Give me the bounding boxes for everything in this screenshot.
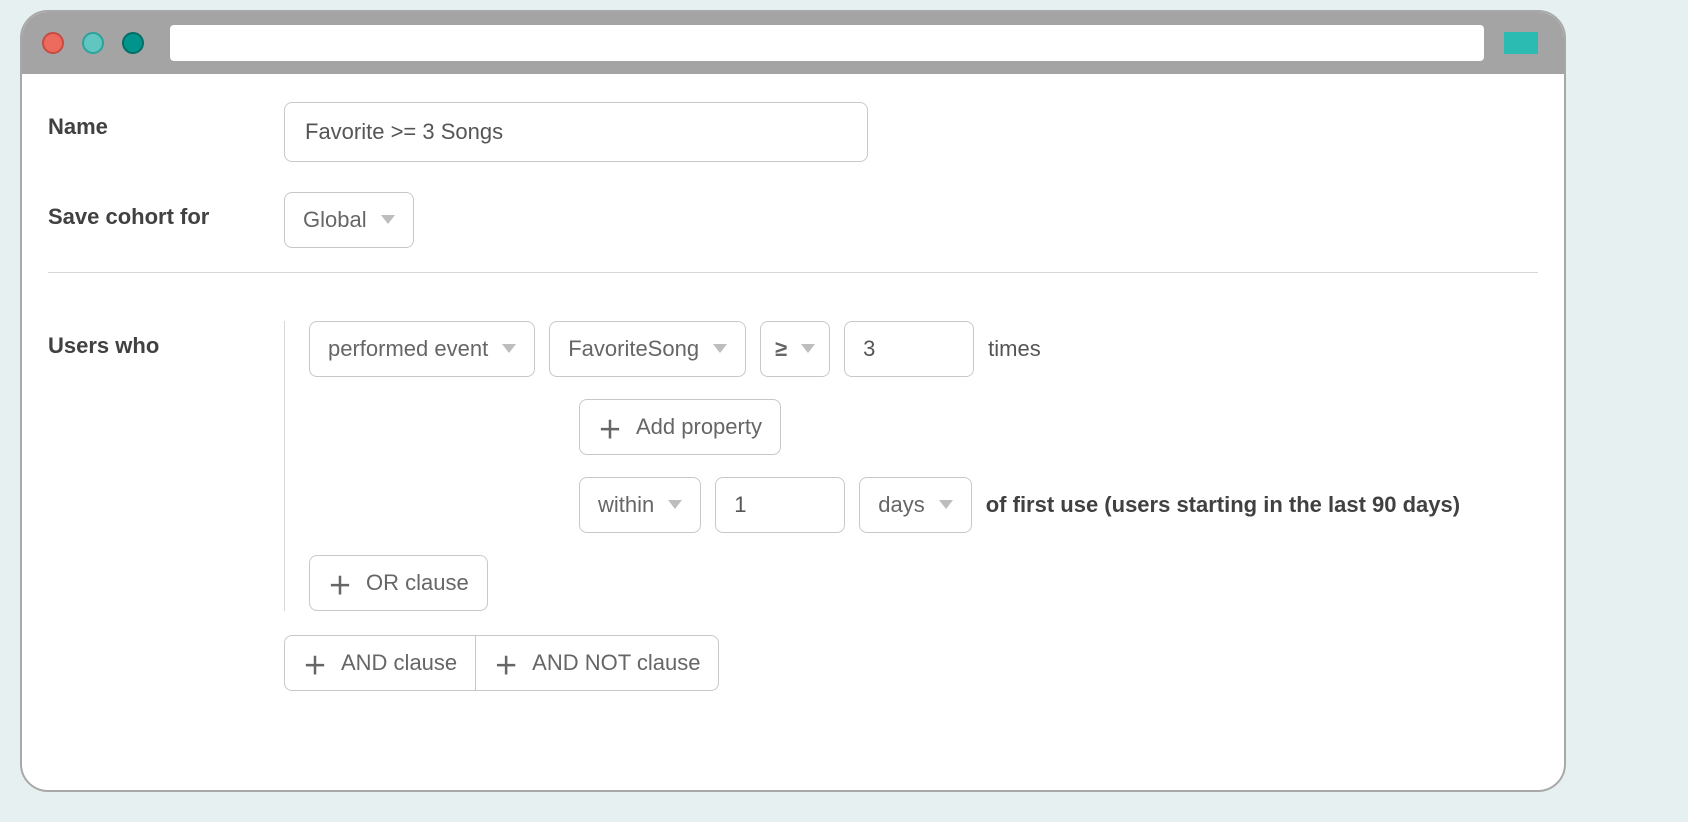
titlebar (22, 12, 1564, 74)
divider (48, 272, 1538, 273)
plus-icon: ＋ (328, 566, 352, 601)
name-label: Name (48, 102, 284, 140)
and-buttons-row: ＋ AND clause ＋ AND NOT clause (284, 635, 1538, 691)
chevron-down-icon (668, 500, 682, 510)
plus-icon: ＋ (598, 410, 622, 445)
chevron-down-icon (939, 500, 953, 510)
users-who-row: Users who performed event FavoriteSong (48, 321, 1538, 691)
users-who-label: Users who (48, 321, 284, 359)
chevron-down-icon (713, 344, 727, 354)
count-input[interactable] (844, 321, 974, 377)
clause-block: performed event FavoriteSong (284, 321, 1538, 611)
and-not-clause-button[interactable]: ＋ AND NOT clause (475, 635, 719, 691)
and-clause-label: AND clause (341, 650, 457, 676)
times-label: times (988, 336, 1041, 362)
chevron-down-icon (801, 344, 815, 354)
within-n-input[interactable] (715, 477, 845, 533)
within-line: within days of first use (us (579, 477, 1538, 533)
or-clause-label: OR clause (366, 570, 469, 596)
event-select[interactable]: FavoriteSong (549, 321, 746, 377)
and-not-clause-label: AND NOT clause (532, 650, 700, 676)
event-value: FavoriteSong (568, 336, 699, 362)
or-clause-button[interactable]: ＋ OR clause (309, 555, 488, 611)
action-select[interactable]: performed event (309, 321, 535, 377)
add-property-line: ＋ Add property (579, 399, 1538, 455)
window-zoom-button[interactable] (122, 32, 144, 54)
save-for-label: Save cohort for (48, 192, 284, 230)
plus-icon: ＋ (303, 646, 327, 681)
app-window: Name Save cohort for Global Users who (20, 10, 1566, 792)
save-for-select[interactable]: Global (284, 192, 414, 248)
operator-value: ≥ (775, 336, 787, 362)
unit-select[interactable]: days (859, 477, 971, 533)
action-value: performed event (328, 336, 488, 362)
and-clause-button[interactable]: ＋ AND clause (284, 635, 475, 691)
add-property-label: Add property (636, 414, 762, 440)
name-input[interactable] (284, 102, 868, 162)
condition-line: performed event FavoriteSong (309, 321, 1538, 377)
chevron-down-icon (381, 215, 395, 225)
operator-select[interactable]: ≥ (760, 321, 830, 377)
name-row: Name (48, 102, 1538, 162)
content-area: Name Save cohort for Global Users who (22, 74, 1564, 721)
tab-stub[interactable] (1504, 32, 1538, 54)
save-for-row: Save cohort for Global (48, 192, 1538, 248)
first-use-text: of first use (users starting in the last… (986, 492, 1460, 518)
window-close-button[interactable] (42, 32, 64, 54)
unit-value: days (878, 492, 924, 518)
within-value: within (598, 492, 654, 518)
within-select[interactable]: within (579, 477, 701, 533)
window-minimize-button[interactable] (82, 32, 104, 54)
plus-icon: ＋ (494, 646, 518, 681)
chevron-down-icon (502, 344, 516, 354)
save-for-value: Global (303, 207, 367, 233)
add-property-button[interactable]: ＋ Add property (579, 399, 781, 455)
or-clause-line: ＋ OR clause (309, 555, 1538, 611)
url-bar[interactable] (170, 25, 1484, 61)
